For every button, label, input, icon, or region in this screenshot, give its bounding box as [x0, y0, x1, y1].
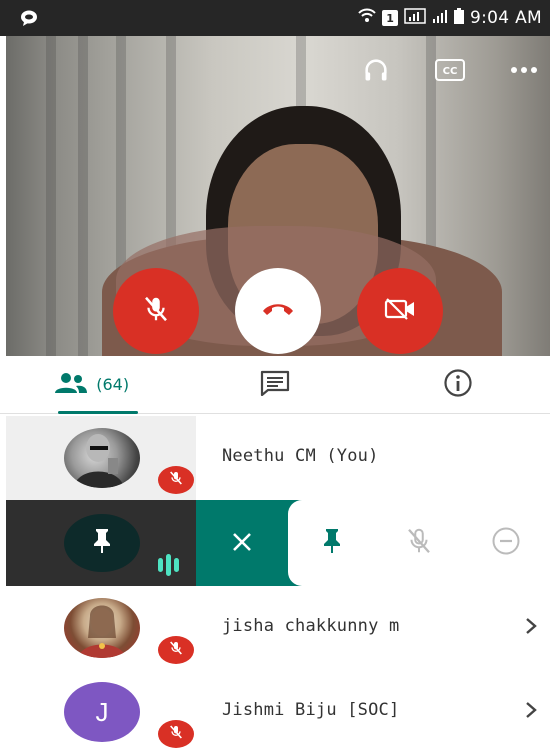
active-tab-indicator — [58, 411, 138, 414]
mic-off-icon — [168, 640, 184, 660]
participant-row[interactable]: jisha chakkunny m — [0, 586, 550, 670]
mic-off-icon — [404, 526, 434, 560]
status-indicators: 1 9:04 AM — [358, 6, 542, 30]
sim-slot-badge: 1 — [382, 10, 399, 26]
avatar-cell — [6, 500, 196, 586]
tab-info[interactable] — [367, 356, 550, 413]
participant-row[interactable]: J Jishmi Biju [SOC] — [0, 670, 550, 753]
participant-row-actions — [6, 500, 550, 586]
chat-notification-icon — [20, 9, 38, 31]
chat-icon — [260, 370, 290, 400]
participant-row[interactable]: Neethu CM (You) — [0, 416, 550, 500]
avatar — [64, 598, 140, 658]
muted-badge — [158, 720, 194, 748]
close-icon — [231, 531, 253, 557]
video-feed[interactable]: CC — [6, 36, 550, 356]
muted-badge — [158, 466, 194, 494]
close-actions-button[interactable] — [224, 526, 260, 562]
avatar-cell — [6, 416, 196, 500]
participant-name: Neethu CM (You) — [222, 446, 379, 466]
svg-text:CC: CC — [443, 66, 458, 77]
mic-off-icon — [168, 724, 184, 744]
mic-toggle-button[interactable] — [113, 268, 199, 354]
participant-name: jisha chakkunny m — [222, 616, 400, 636]
pin-icon — [320, 527, 344, 559]
remove-participant-button[interactable] — [486, 523, 526, 563]
mic-off-icon — [168, 470, 184, 490]
pin-icon — [90, 527, 114, 559]
wifi-icon — [358, 8, 376, 28]
signal-icon — [404, 8, 426, 28]
avatar — [64, 428, 140, 488]
chevron-right-icon[interactable] — [524, 616, 538, 640]
speaking-indicator — [158, 554, 179, 576]
tab-people[interactable]: (64) — [0, 356, 183, 414]
end-call-button[interactable] — [235, 268, 321, 354]
chevron-right-icon[interactable] — [524, 700, 538, 724]
status-time: 9:04 AM — [470, 8, 542, 28]
pin-button[interactable] — [312, 523, 352, 563]
remove-circle-icon — [491, 526, 521, 560]
call-end-icon — [260, 299, 296, 323]
muted-badge — [158, 636, 194, 664]
info-icon — [443, 368, 473, 402]
people-icon — [54, 372, 88, 398]
headphones-icon[interactable] — [360, 54, 392, 86]
call-controls — [6, 268, 550, 354]
people-count: (64) — [96, 375, 130, 394]
closed-captions-button[interactable]: CC — [434, 54, 466, 86]
tab-chat[interactable] — [183, 356, 366, 413]
battery-icon — [454, 8, 465, 28]
tab-bar: (64) — [0, 356, 550, 414]
status-bar: 1 9:04 AM — [0, 0, 550, 36]
videocam-off-icon — [383, 295, 417, 327]
signal-bars-icon — [432, 8, 448, 28]
avatar: J — [64, 682, 140, 742]
participant-actions-panel — [288, 500, 550, 586]
more-options-icon[interactable] — [508, 54, 540, 86]
participant-name: Jishmi Biju [SOC] — [222, 700, 400, 720]
mic-off-icon — [141, 294, 171, 328]
camera-toggle-button[interactable] — [357, 268, 443, 354]
mute-participant-button[interactable] — [399, 523, 439, 563]
pinned-avatar[interactable] — [64, 514, 140, 572]
video-toolbar: CC — [360, 54, 540, 86]
